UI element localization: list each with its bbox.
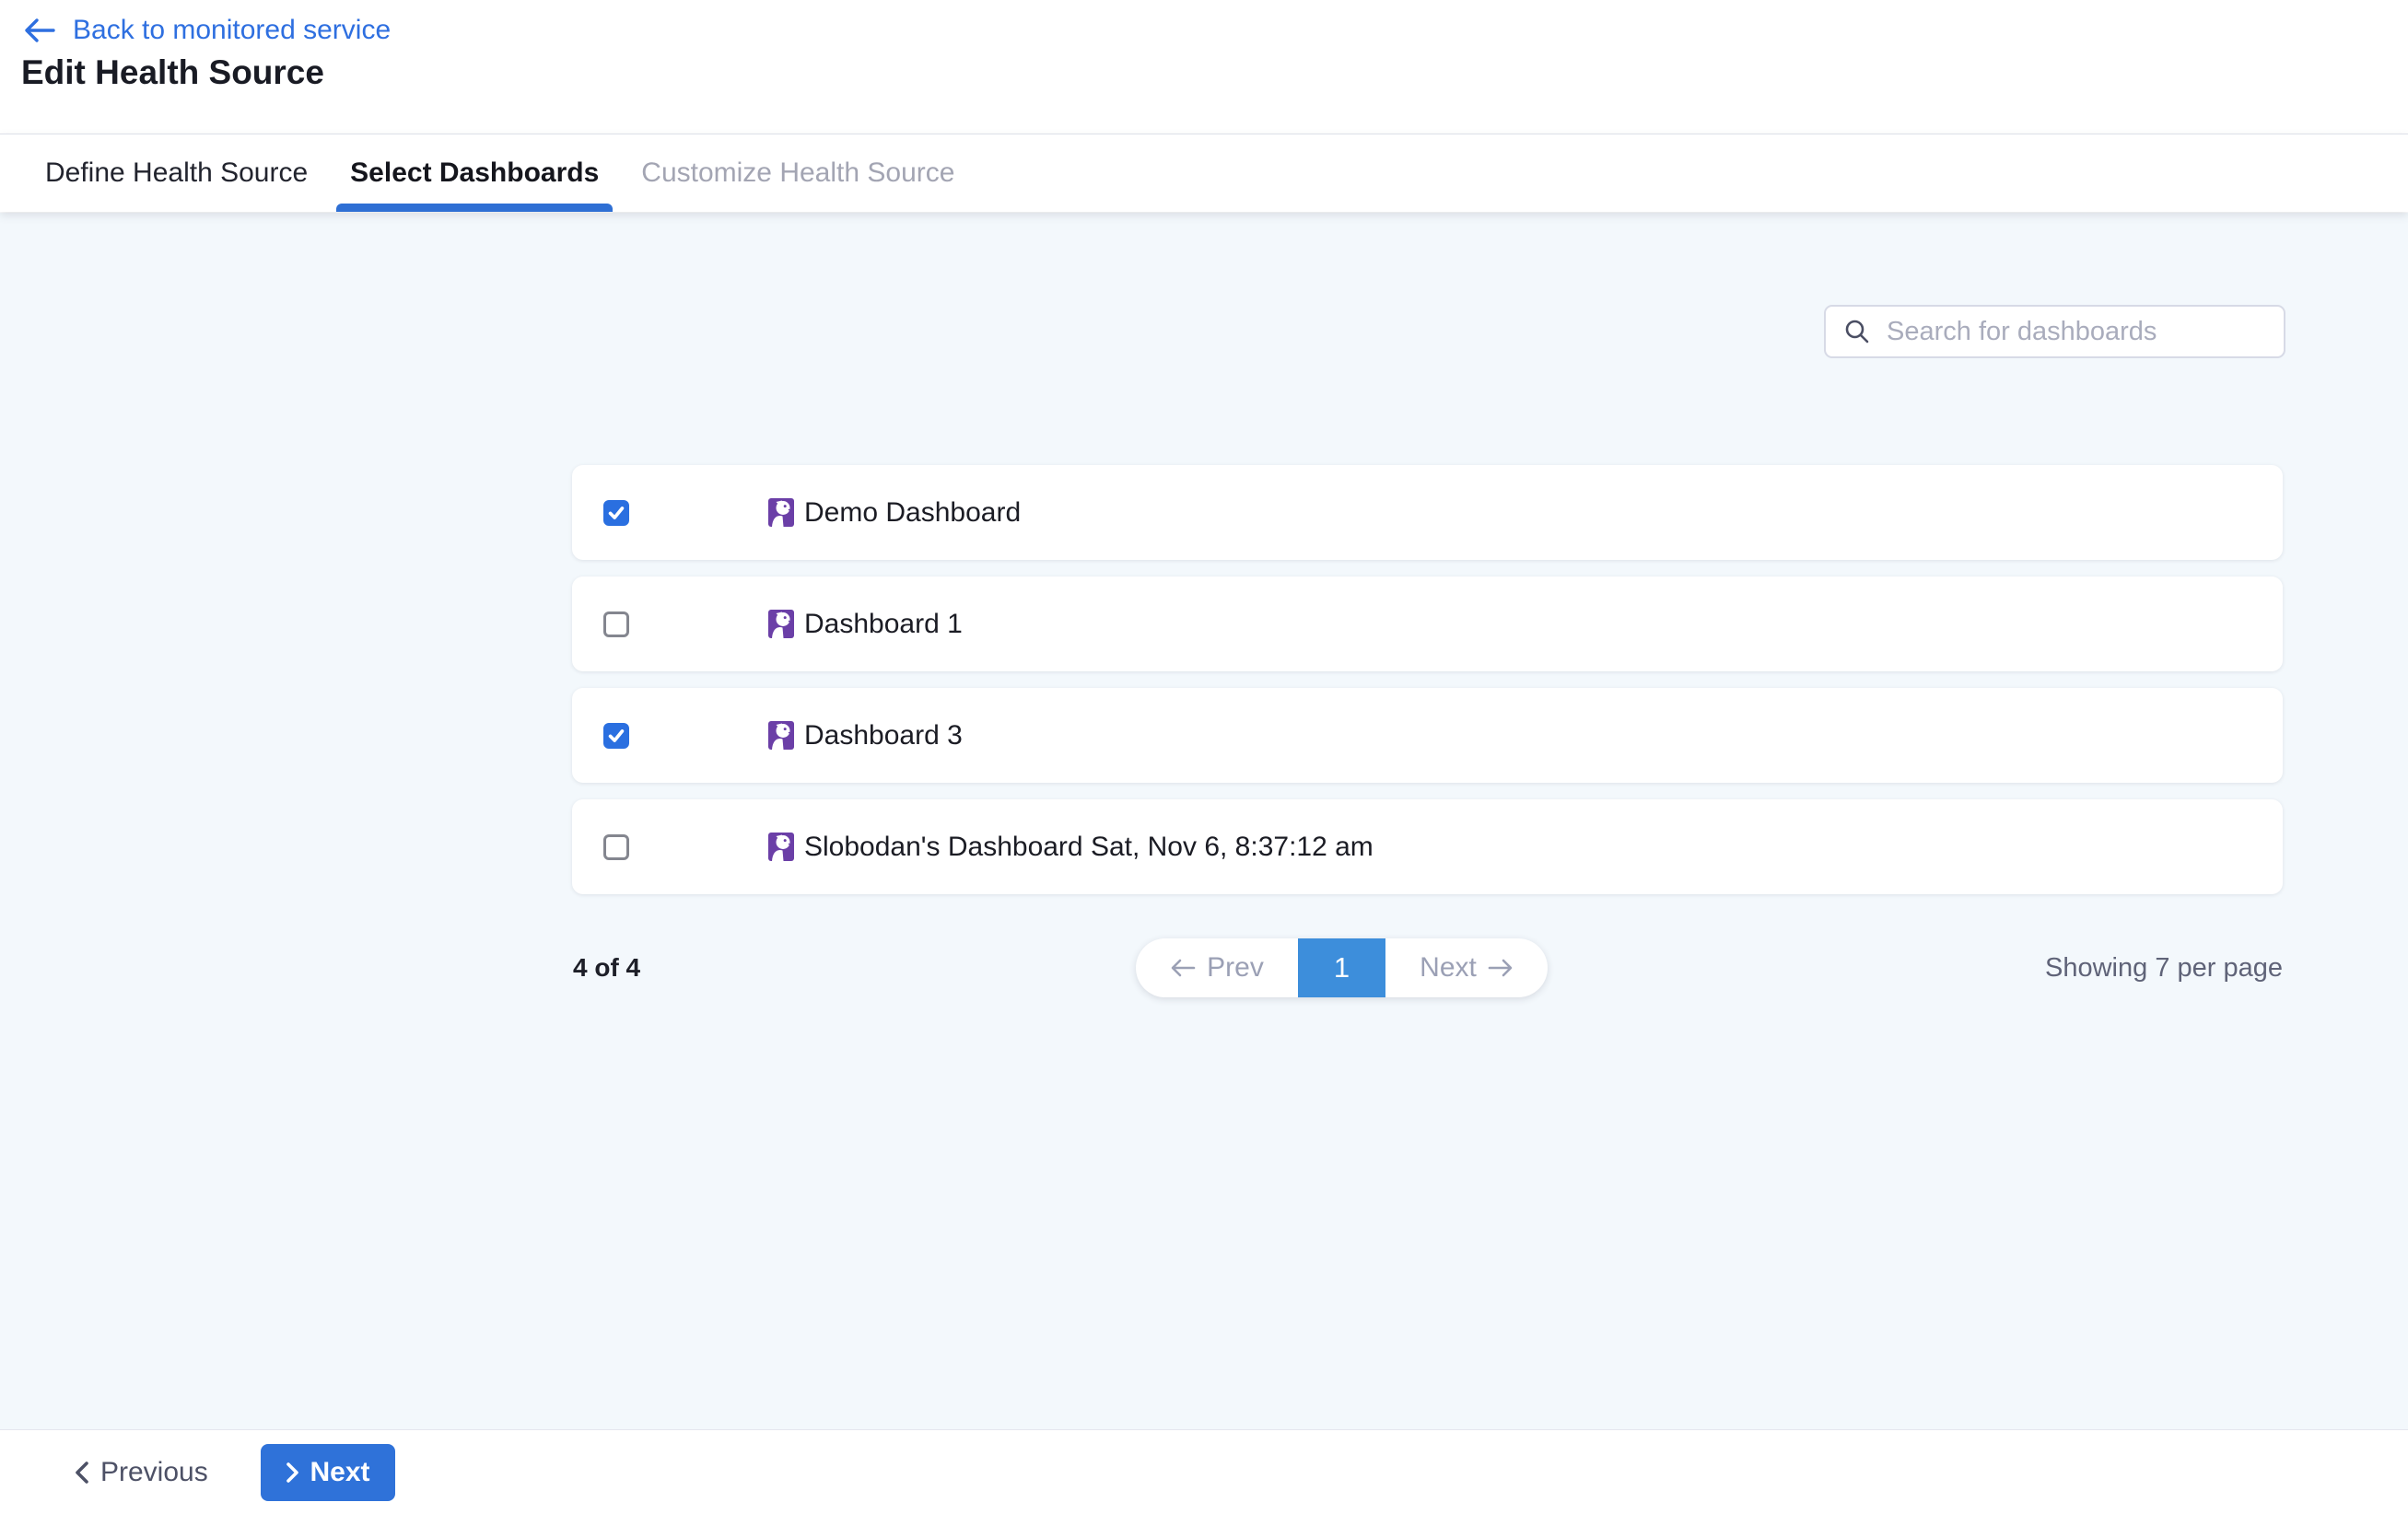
tab-customize-health-source[interactable]: Customize Health Source [641,134,954,212]
chevron-left-icon [74,1460,90,1485]
pager-prev-label: Prev [1207,952,1264,984]
next-button-label: Next [310,1457,369,1488]
back-arrow-icon [23,17,56,44]
dashboard-name: Dashboard 3 [804,720,963,751]
search-icon [1842,317,1872,346]
datadog-icon [768,833,794,861]
dashboard-checkbox[interactable] [603,611,629,637]
pager: Prev 1 Next [1136,938,1548,997]
back-link-label: Back to monitored service [73,15,391,46]
wizard-tabbar: Define Health Source Select Dashboards C… [0,134,2408,212]
chevron-right-icon [286,1461,300,1485]
wizard-footer: Previous Next [0,1429,2408,1514]
pager-page-1[interactable]: 1 [1298,938,1385,997]
page-header: Back to monitored service Edit Health So… [0,0,2408,134]
dashboard-checkbox[interactable] [603,500,629,526]
result-count: 4 of 4 [573,938,640,997]
pager-next-label: Next [1420,952,1477,984]
dashboard-list: Demo Dashboard Dashboard 1 [572,465,2283,911]
page-title: Edit Health Source [21,53,324,92]
arrow-right-icon [1488,958,1514,978]
tab-select-dashboards[interactable]: Select Dashboards [350,134,599,212]
pager-prev-button[interactable]: Prev [1136,938,1298,997]
dashboard-checkbox[interactable] [603,834,629,860]
dashboard-search-box[interactable] [1824,305,2285,358]
select-dashboards-panel: DATADOG DASHBOARDS + Manually input quer… [0,213,2408,1429]
next-button[interactable]: Next [261,1444,395,1501]
dashboard-name: Dashboard 1 [804,609,963,640]
dashboard-row[interactable]: Dashboard 1 [572,576,2283,671]
arrow-left-icon [1170,958,1196,978]
checkmark-icon [606,726,626,746]
previous-button-label: Previous [100,1457,208,1488]
datadog-icon [768,721,794,750]
previous-button[interactable]: Previous [74,1457,208,1488]
back-to-monitored-service-link[interactable]: Back to monitored service [23,15,391,46]
search-input[interactable] [1887,317,2267,347]
datadog-icon [768,498,794,527]
tab-define-health-source[interactable]: Define Health Source [45,134,308,212]
dashboard-name: Slobodan's Dashboard Sat, Nov 6, 8:37:12… [804,832,1373,863]
dashboard-name: Demo Dashboard [804,497,1021,529]
dashboard-row[interactable]: Demo Dashboard [572,465,2283,560]
pager-next-button[interactable]: Next [1385,938,1548,997]
checkmark-icon [606,503,626,523]
pagination-row: 4 of 4 Prev 1 Next Showing 7 per page [572,938,2283,997]
dashboard-row[interactable]: Dashboard 3 [572,688,2283,783]
dashboard-checkbox[interactable] [603,723,629,749]
datadog-icon [768,610,794,638]
dashboard-row[interactable]: Slobodan's Dashboard Sat, Nov 6, 8:37:12… [572,799,2283,894]
per-page-label: Showing 7 per page [2045,938,2283,997]
